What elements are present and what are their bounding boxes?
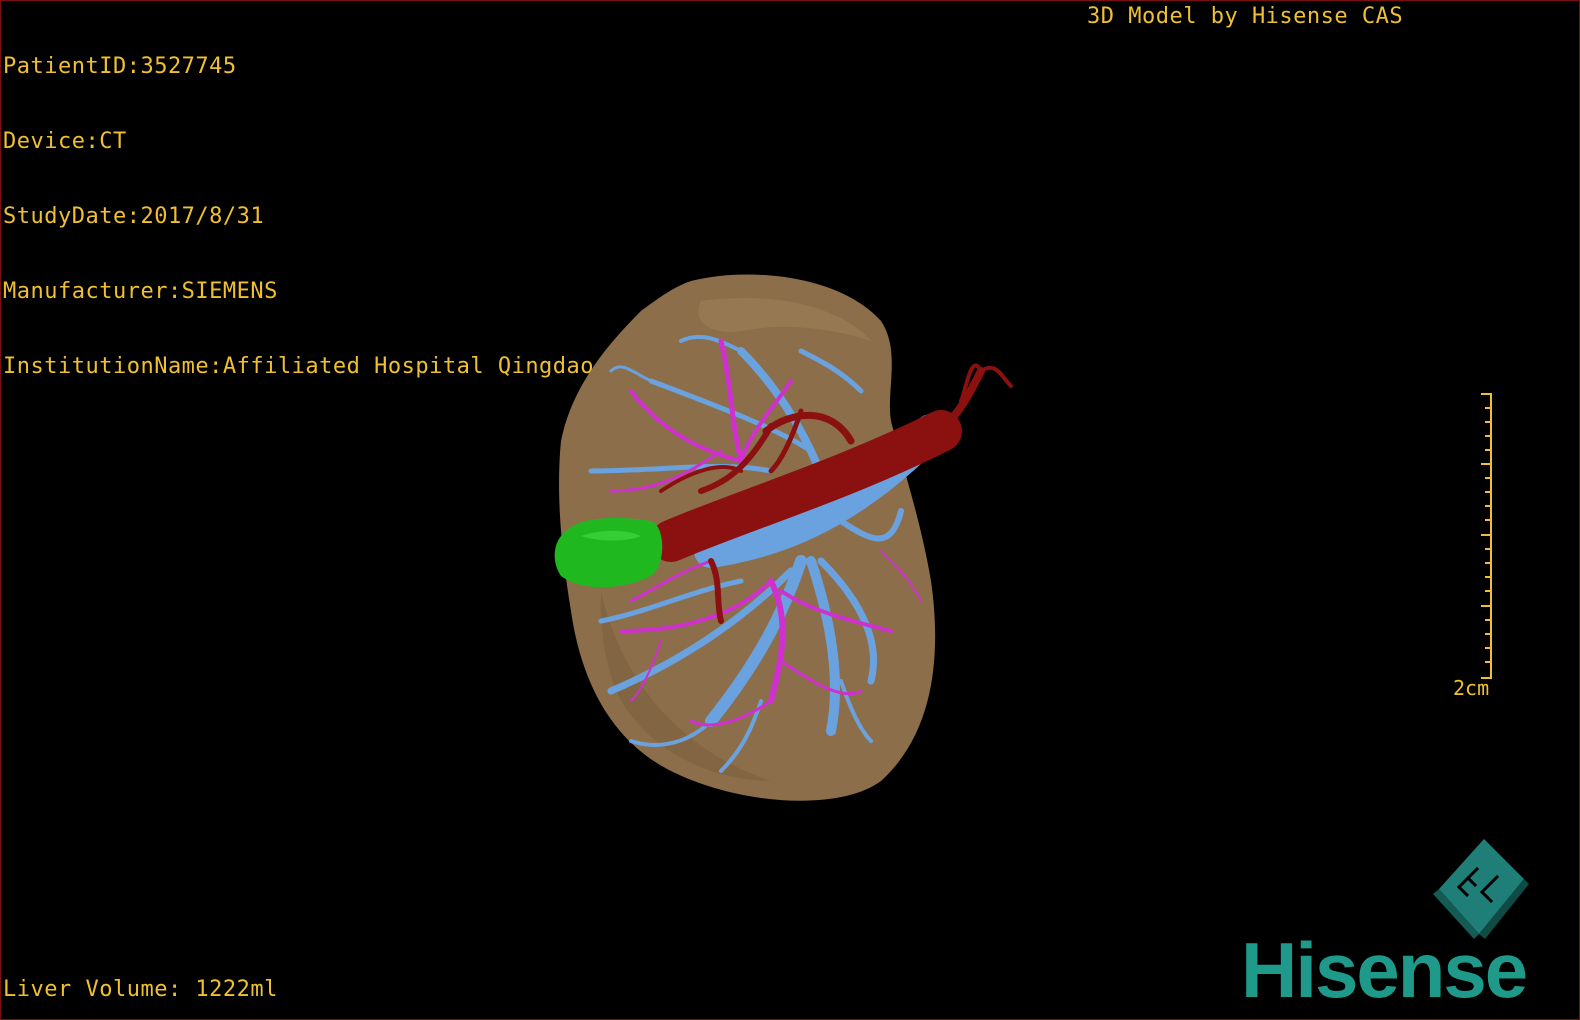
orientation-cube[interactable] [1419,829,1529,939]
patient-id: PatientID:3527745 [3,54,237,79]
gallbladder [554,518,663,588]
scale-label: 2cm [1453,676,1490,700]
liver-volume: Liver Volume: 1222ml [3,977,278,1002]
device: Device:CT [3,129,127,154]
study-date: StudyDate:2017/8/31 [3,204,265,229]
hisense-logo: Hisense [1241,926,1528,1014]
3d-viewport[interactable]: PatientID:3527745 Device:CT StudyDate:20… [0,0,1580,1020]
scale-bar [1481,393,1492,679]
model-credit: 3D Model by Hisense CAS [1087,4,1404,29]
liver-3d-model[interactable] [541,261,1041,821]
